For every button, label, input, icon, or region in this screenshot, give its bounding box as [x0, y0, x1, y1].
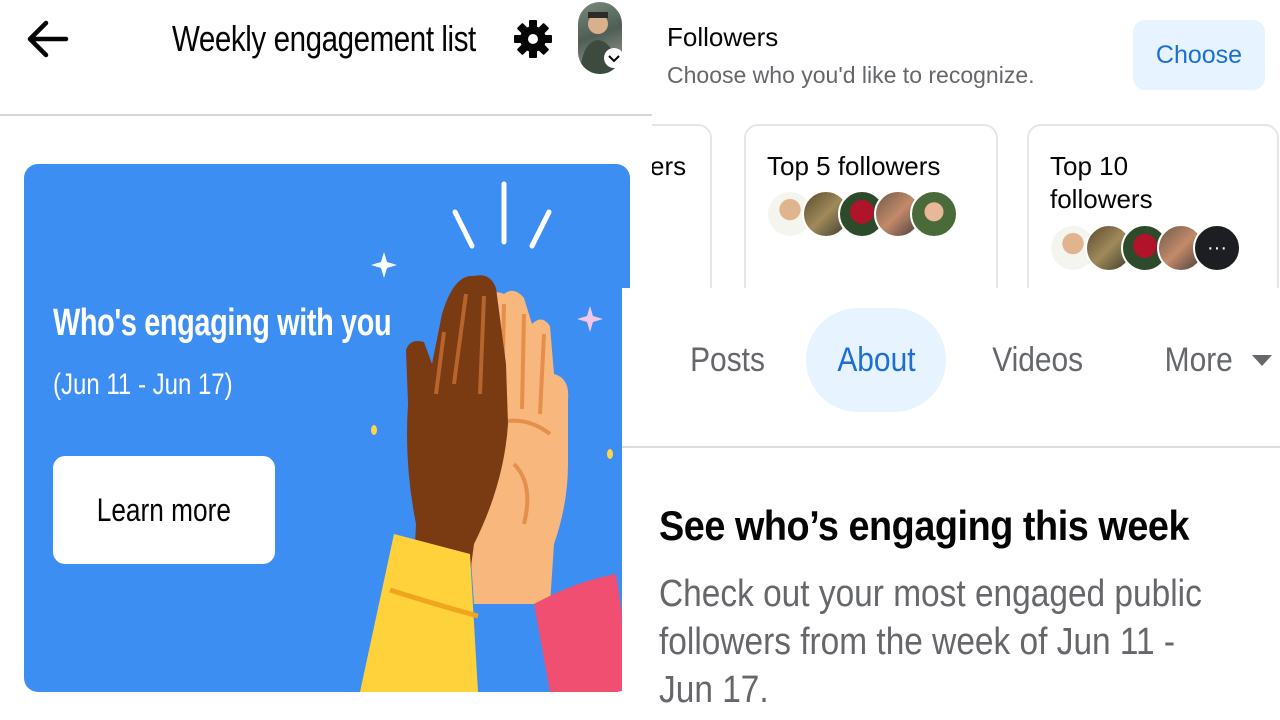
high-five-hands-illustration — [360, 181, 630, 692]
chevron-down-icon[interactable] — [604, 48, 624, 68]
tab-label: Posts — [690, 340, 766, 379]
follower-avatar — [910, 190, 958, 238]
tab-label: Videos — [992, 340, 1084, 379]
tab-label: More — [1164, 340, 1234, 379]
followers-card-partial[interactable]: ers — [652, 124, 712, 288]
tab-about[interactable]: About — [806, 308, 946, 412]
banner-date-range: (Jun 11 - Jun 17) — [53, 368, 233, 401]
section-heading: See who’s engaging this week — [659, 502, 1190, 549]
section-description: Check out your most engaged public follo… — [659, 573, 1202, 711]
learn-more-label: Learn more — [96, 491, 232, 528]
arrow-left-icon[interactable] — [22, 14, 72, 64]
profile-tabs: Posts About Videos More — [622, 288, 1280, 448]
top-bar: Weekly engagement list — [0, 0, 652, 116]
followers-title: Followers — [667, 22, 779, 52]
card-label: Top 5 followers — [767, 151, 941, 181]
banner-title: Who's engaging with you — [53, 302, 392, 344]
page-title: Weekly engagement list — [172, 18, 476, 59]
follower-avatars — [766, 190, 958, 238]
card-label: ers — [652, 151, 687, 181]
engagement-banner: Who's engaging with you (Jun 11 - Jun 17… — [24, 164, 630, 692]
ellipsis-icon: ··· — [1193, 224, 1241, 272]
learn-more-button[interactable]: Learn more — [53, 456, 275, 564]
tab-label: About — [836, 340, 916, 379]
caret-down-icon — [1251, 354, 1272, 366]
top-10-followers-card[interactable]: Top 10 followers ··· — [1027, 124, 1279, 288]
tab-videos[interactable]: Videos — [978, 308, 1098, 412]
tab-more[interactable]: More — [1152, 308, 1280, 412]
followers-subtitle: Choose who you'd like to recognize. — [667, 62, 1035, 88]
card-label: Top 10 followers — [1050, 151, 1153, 214]
follower-avatars: ··· — [1049, 224, 1241, 272]
top-5-followers-card[interactable]: Top 5 followers — [744, 124, 998, 288]
weekly-engagement-panel: Weekly engagement list Who's engaging wi… — [0, 0, 652, 720]
gear-icon[interactable] — [514, 14, 552, 64]
tab-posts[interactable]: Posts — [668, 308, 788, 412]
followers-selection-panel: Followers Choose who you'd like to recog… — [652, 0, 1280, 288]
choose-button[interactable]: Choose — [1133, 20, 1265, 90]
profile-panel: Posts About Videos More See who’s engagi… — [622, 288, 1280, 720]
